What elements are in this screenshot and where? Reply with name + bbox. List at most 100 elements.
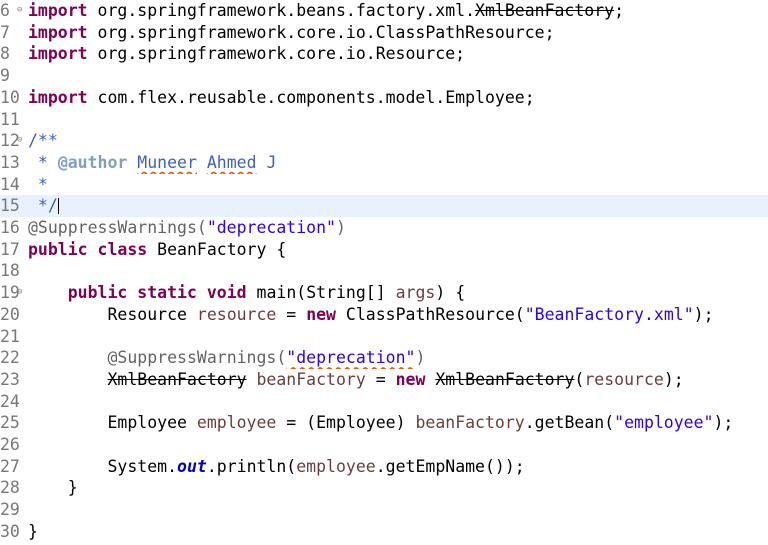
code-token: resource <box>196 304 277 324</box>
code-token: @SuppressWarnings( <box>107 348 287 368</box>
text-caret <box>57 198 59 215</box>
code-line[interactable]: 8 import org.springframework.core.io.Reso… <box>0 43 768 65</box>
code-line[interactable]: 26 <box>0 434 768 456</box>
code-token: BeanFactory { <box>147 239 287 259</box>
code-line[interactable]: 19 ⊖ public static void main(String[] arg… <box>0 282 768 304</box>
line-number: 21 <box>0 326 20 346</box>
code-line[interactable]: 24 <box>0 391 768 413</box>
line-number: 27 <box>0 456 20 476</box>
code-text: @SuppressWarnings("deprecation") <box>28 347 425 369</box>
code-token: ); <box>693 304 714 324</box>
line-number: 20 <box>0 304 20 324</box>
code-text: * @author Muneer Ahmed J <box>28 152 276 174</box>
code-token: = <box>276 304 307 324</box>
fold-collapse-icon[interactable]: ⊖ <box>17 282 22 304</box>
code-token: org.springframework.core.io.ClassPathRes… <box>87 22 555 42</box>
code-line[interactable]: 25 Employee employee = (Employee) beanFa… <box>0 412 768 434</box>
code-token: "deprecation" <box>286 348 416 368</box>
code-token: = (Employee) <box>276 413 416 433</box>
code-token: beanFactory <box>415 413 525 433</box>
code-line[interactable]: 14 * <box>0 174 768 196</box>
code-token: Employee <box>28 413 197 433</box>
code-line[interactable]: 23 XmlBeanFactory beanFactory = new XmlB… <box>0 369 768 391</box>
code-line[interactable]: 22 @SuppressWarnings("deprecation") <box>0 347 768 369</box>
code-line[interactable]: 9 <box>0 65 768 87</box>
code-token: ; <box>614 1 625 20</box>
code-line[interactable]: 29 <box>0 499 768 521</box>
code-line[interactable]: 30} <box>0 521 768 543</box>
code-token: @author <box>57 152 128 172</box>
code-text: import org.springframework.core.io.Class… <box>28 22 555 44</box>
line-number: 9 <box>0 66 10 86</box>
code-text: import org.springframework.beans.factory… <box>28 0 624 22</box>
code-token: XmlBeanFactory <box>435 369 575 389</box>
code-token: import <box>28 1 88 20</box>
code-token: } <box>28 478 78 498</box>
code-token: ClassPathResource( <box>336 304 525 324</box>
code-line[interactable]: 6 ⊖ import org.springframework.beans.facto… <box>0 0 768 22</box>
line-number: 7 <box>0 22 10 42</box>
line-number: 10 <box>0 87 20 107</box>
code-line[interactable]: 17 public class BeanFactory { <box>0 239 768 261</box>
code-token: com.flex.reusable.components.model.Emplo… <box>87 87 535 107</box>
code-text: */ <box>28 195 59 217</box>
code-token: System. <box>28 456 178 476</box>
code-token: org.springframework.beans.factory.xml. <box>87 1 476 20</box>
code-token: new <box>306 304 336 324</box>
code-line[interactable]: 12 ⊖/** <box>0 130 768 152</box>
code-text: XmlBeanFactory beanFactory = new XmlBean… <box>28 369 683 391</box>
line-number: 11 <box>0 109 20 129</box>
code-text: public static void main(String[] args) { <box>28 282 465 304</box>
code-token: "employee" <box>614 413 714 433</box>
code-token: * <box>28 174 48 194</box>
code-text: import com.flex.reusable.components.mode… <box>28 87 535 109</box>
code-line[interactable]: 18 <box>0 260 768 282</box>
code-line[interactable]: 21 <box>0 326 768 348</box>
code-line[interactable]: 20 Resource resource = new ClassPathReso… <box>0 304 768 326</box>
line-number: 14 <box>0 174 20 194</box>
code-text: } <box>28 477 78 499</box>
code-text: System.out.println(employee.getEmpName()… <box>28 456 524 478</box>
code-token: = <box>365 369 396 389</box>
code-token: main(String[] <box>246 283 396 303</box>
code-text: import org.springframework.core.io.Resou… <box>28 43 465 65</box>
code-token: ); <box>713 413 734 433</box>
code-line[interactable]: 16 @SuppressWarnings("deprecation") <box>0 217 768 239</box>
code-line[interactable]: 7 import org.springframework.core.io.Clas… <box>0 22 768 44</box>
code-token: out <box>177 456 207 476</box>
code-token: Ahmed <box>206 152 257 172</box>
line-number: 23 <box>0 369 20 389</box>
code-text: * <box>28 174 48 196</box>
line-number: 15 <box>0 196 20 216</box>
code-token: "deprecation" <box>206 218 336 237</box>
code-token: ) <box>335 218 346 237</box>
code-line[interactable]: 11 <box>0 109 768 131</box>
fold-collapse-icon[interactable]: ⊖ <box>17 130 22 152</box>
code-line[interactable]: 15 */ <box>0 195 768 217</box>
code-line[interactable]: 13 * @author Muneer Ahmed J <box>0 152 768 174</box>
code-line[interactable]: 28 } <box>0 477 768 499</box>
code-line[interactable]: 27 System.out.println(employee.getEmpNam… <box>0 456 768 478</box>
code-line[interactable]: 10 import com.flex.reusable.components.mo… <box>0 87 768 109</box>
code-token: employee <box>296 456 376 476</box>
code-token: Muneer <box>137 152 197 172</box>
code-editor[interactable]: 6 ⊖ import org.springframework.beans.facto… <box>0 0 768 545</box>
code-token: new <box>395 369 426 389</box>
line-number: 24 <box>0 391 20 411</box>
line-number: 28 <box>0 478 20 498</box>
code-text: } <box>28 521 38 543</box>
code-token: employee <box>196 413 277 433</box>
code-token: static <box>137 283 197 303</box>
code-token: import <box>28 22 88 42</box>
code-text: @SuppressWarnings("deprecation") <box>28 217 346 239</box>
code-text: /** <box>28 130 58 152</box>
code-token: Resource <box>28 304 197 324</box>
code-token: args <box>395 283 436 303</box>
fold-collapse-icon[interactable]: ⊖ <box>17 0 22 22</box>
